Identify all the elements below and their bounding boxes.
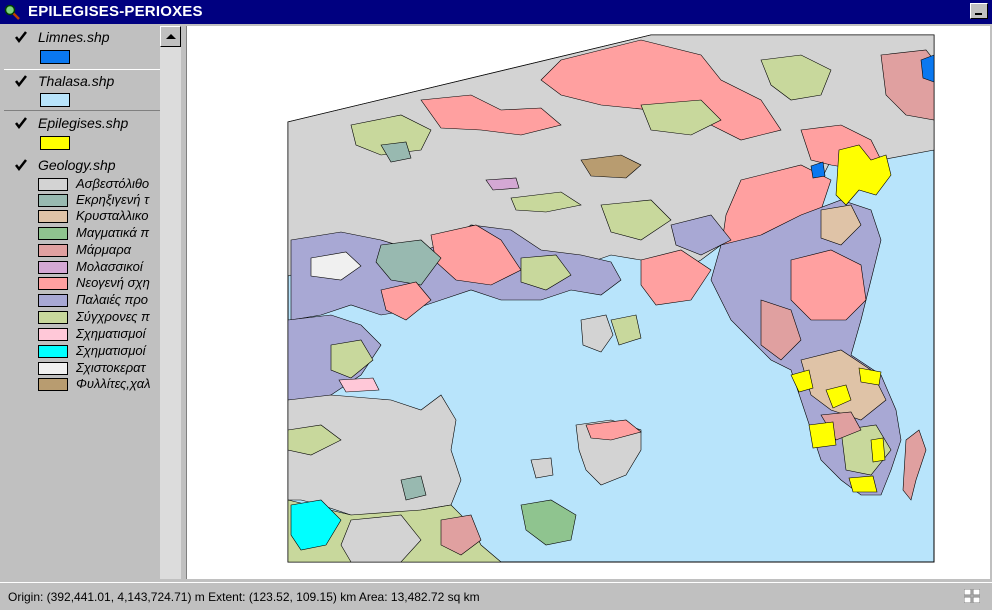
- legend-swatch: [38, 378, 68, 391]
- legend-item: Νεογενή σχη: [38, 275, 160, 291]
- legend-swatch: [38, 210, 68, 223]
- legend-item: Εκρηξιγενή τ: [38, 192, 160, 208]
- checkmark-icon[interactable]: [14, 30, 28, 44]
- legend-swatch: [38, 277, 68, 290]
- legend-swatch: [38, 311, 68, 324]
- legend-item: Σχηματισμοί: [38, 326, 160, 342]
- legend-label: Νεογενή σχη: [76, 275, 150, 290]
- legend-label: Σύγχρονες π: [76, 309, 150, 324]
- legend-swatch: [38, 244, 68, 257]
- theme-name: Thalasa.shp: [38, 73, 115, 89]
- legend-label: Εκρηξιγενή τ: [76, 192, 149, 207]
- legend-label: Μολασσικοί: [76, 259, 143, 274]
- legend-swatch: [38, 194, 68, 207]
- theme-epilegises[interactable]: Epilegises.shp: [4, 112, 160, 154]
- legend-label: Σχηματισμοί: [76, 343, 146, 358]
- arrow-up-icon: [166, 34, 176, 39]
- grid-icon[interactable]: [964, 589, 980, 603]
- toc-scrollbar[interactable]: [160, 26, 181, 579]
- legend-item: Μαγματικά π: [38, 225, 160, 241]
- theme-name: Epilegises.shp: [38, 115, 129, 131]
- legend-label: Κρυσταλλικο: [76, 208, 149, 223]
- legend-item: Σχιστοκερατ: [38, 360, 160, 376]
- checkmark-icon[interactable]: [14, 158, 28, 172]
- window-title: EPILEGISES-PERIOXES: [28, 3, 203, 20]
- legend-item: Κρυσταλλικο: [38, 208, 160, 224]
- legend-label: Μαγματικά π: [76, 225, 150, 240]
- theme-thalasa[interactable]: Thalasa.shp: [4, 69, 160, 111]
- legend-item: Μολασσικοί: [38, 259, 160, 275]
- theme-name: Limnes.shp: [38, 29, 110, 45]
- legend-item: Σχηματισμοί: [38, 343, 160, 359]
- legend-swatch: [38, 261, 68, 274]
- theme-name: Geology.shp: [38, 157, 116, 173]
- status-text: Origin: (392,441.01, 4,143,724.71) m Ext…: [8, 590, 480, 604]
- legend-swatch: [38, 227, 68, 240]
- legend-label: Ασβεστόλιθο: [76, 176, 150, 191]
- scroll-up-button[interactable]: [160, 26, 181, 47]
- legend-item: Φυλλίτες,χαλ: [38, 376, 160, 392]
- legend-item: Ασβεστόλιθο: [38, 176, 160, 192]
- theme-swatch: [40, 93, 70, 107]
- checkmark-icon[interactable]: [14, 116, 28, 130]
- legend-swatch: [38, 328, 68, 341]
- theme-swatch: [40, 136, 70, 150]
- legend-label: Μάρμαρα: [76, 242, 132, 257]
- table-of-contents: Limnes.shp Thalasa.shp Epilegises.shp Ge…: [2, 26, 183, 579]
- geology-map[interactable]: [187, 26, 989, 579]
- toc-content: Limnes.shp Thalasa.shp Epilegises.shp Ge…: [2, 26, 160, 579]
- theme-swatch: [40, 50, 70, 64]
- legend-swatch: [38, 178, 68, 191]
- title-bar: EPILEGISES-PERIOXES: [0, 0, 992, 24]
- legend-item: Παλαιές προ: [38, 292, 160, 308]
- status-bar: Origin: (392,441.01, 4,143,724.71) m Ext…: [0, 582, 992, 610]
- map-view[interactable]: [186, 26, 990, 579]
- legend-label: Σχιστοκερατ: [76, 360, 146, 375]
- theme-limnes[interactable]: Limnes.shp: [4, 26, 160, 68]
- legend-item: Μάρμαρα: [38, 242, 160, 258]
- legend-swatch: [38, 362, 68, 375]
- legend-label: Παλαιές προ: [76, 292, 149, 307]
- legend-item: Σύγχρονες π: [38, 309, 160, 325]
- theme-geology[interactable]: Geology.shp: [4, 154, 160, 178]
- legend-swatch: [38, 345, 68, 358]
- legend-label: Σχηματισμοί: [76, 326, 146, 341]
- magnifier-icon: [4, 4, 20, 20]
- minimize-button[interactable]: [970, 3, 988, 19]
- minimize-icon: [975, 13, 982, 15]
- legend-label: Φυλλίτες,χαλ: [76, 376, 151, 391]
- legend-swatch: [38, 294, 68, 307]
- checkmark-icon[interactable]: [14, 74, 28, 88]
